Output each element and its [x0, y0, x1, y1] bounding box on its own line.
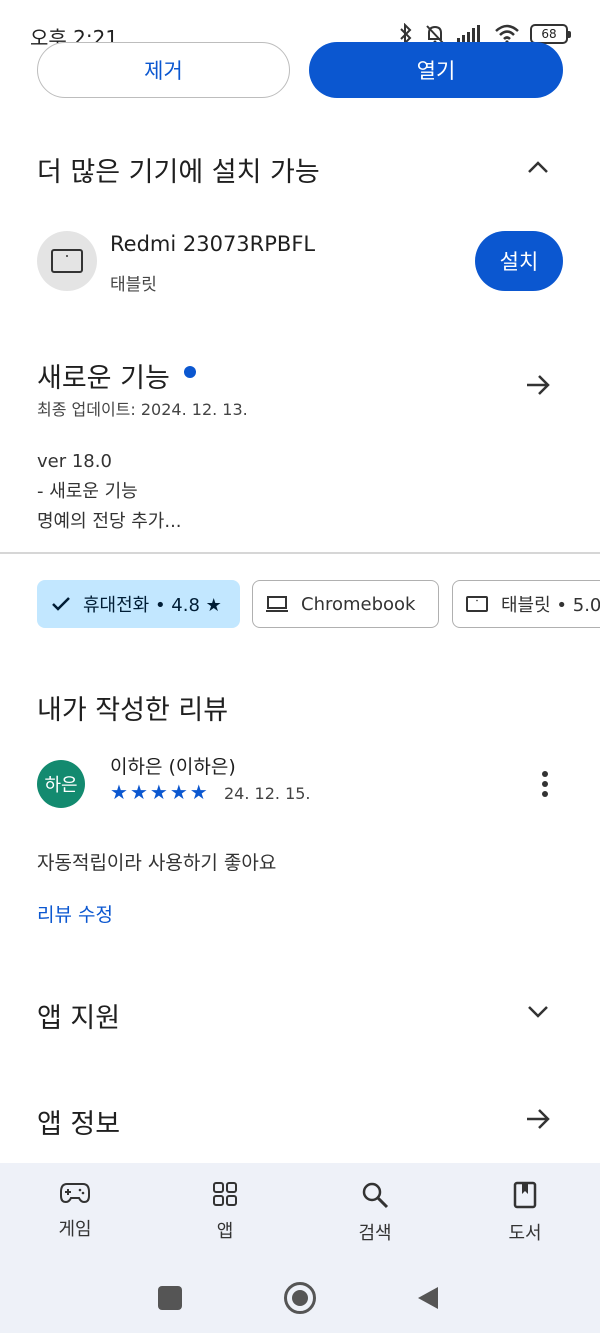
nav-label: 앱 [216, 1221, 234, 1242]
tablet-icon [51, 249, 83, 273]
star-icon: ★ [110, 780, 128, 804]
more-devices-title: 더 많은 기기에 설치 가능 [37, 157, 320, 188]
my-review-title: 내가 작성한 리뷰 [37, 695, 229, 726]
star-icon: ★ [189, 780, 208, 804]
chip-phone[interactable]: 휴대전화 • 4.8 ★ [37, 580, 240, 628]
chevron-up-icon [528, 161, 548, 173]
arrow-right-icon [527, 1109, 550, 1129]
chip-chromebook[interactable]: Chromebook [252, 580, 439, 628]
app-support-expand-button[interactable] [518, 992, 558, 1032]
nav-search[interactable]: 검색 [325, 1181, 425, 1245]
whats-new-arrow-button[interactable] [518, 365, 558, 405]
apps-grid-icon [213, 1182, 237, 1206]
open-button[interactable]: 열기 [309, 42, 563, 98]
install-button[interactable]: 설치 [475, 231, 563, 291]
nav-label: 검색 [358, 1223, 392, 1244]
battery-indicator: 68 [530, 24, 571, 44]
chip-label: 휴대전화 • 4.8 ★ [83, 595, 222, 616]
chip-label: Chromebook [301, 593, 416, 615]
back-button[interactable] [416, 1285, 440, 1311]
home-dot [292, 1290, 308, 1306]
section-divider [0, 552, 600, 554]
release-notes-line: ver 18.0 [37, 451, 112, 472]
more-vert-icon [542, 771, 548, 797]
arrow-right-icon [527, 375, 550, 395]
chevron-down-icon [528, 1006, 548, 1018]
release-notes: ver 18.0 - 새로운 기능 명예의 전당 추가... [37, 447, 182, 537]
device-type: 태블릿 [110, 275, 157, 295]
chip-label: 태블릿 • 5.0 [501, 595, 600, 616]
star-icon: ★ [169, 780, 188, 804]
review-text: 자동적립이라 사용하기 좋아요 [37, 852, 277, 874]
check-icon [52, 597, 70, 611]
tablet-icon [466, 596, 488, 612]
nav-label: 게임 [58, 1219, 92, 1240]
edit-review-link[interactable]: 리뷰 수정 [37, 900, 113, 927]
chip-tablet[interactable]: 태블릿 • 5.0 [452, 580, 600, 628]
device-name: Redmi 23073RPBFL [110, 232, 316, 256]
avatar: 하은 [37, 760, 85, 808]
review-more-button[interactable] [525, 764, 565, 804]
rating-stars: ★ ★ ★ ★ ★ [110, 780, 208, 804]
whats-new-title: 새로운 기능 [37, 363, 170, 394]
app-info-arrow-button[interactable] [518, 1099, 558, 1139]
new-dot-indicator [183, 365, 196, 378]
review-date: 24. 12. 15. [224, 784, 311, 803]
home-button[interactable] [284, 1282, 316, 1314]
whats-new-heading: 새로운 기능 [37, 356, 196, 395]
release-notes-line: - 새로운 기능 [37, 481, 138, 502]
star-icon: ★ [129, 780, 148, 804]
collapse-button[interactable] [518, 147, 558, 187]
device-thumbnail [37, 231, 97, 291]
star-icon: ★ [149, 780, 168, 804]
nav-games[interactable]: 게임 [25, 1181, 125, 1241]
remove-button[interactable]: 제거 [37, 42, 290, 98]
wifi-icon [495, 24, 519, 44]
review-author: 이하은 (이하은) [110, 756, 236, 778]
nav-apps[interactable]: 앱 [175, 1181, 275, 1243]
nav-label: 도서 [508, 1223, 542, 1244]
recents-button[interactable] [158, 1286, 182, 1310]
signal-icon [457, 25, 480, 43]
gamepad-icon [60, 1183, 90, 1204]
bookmark-icon [513, 1181, 537, 1209]
nav-books[interactable]: 도서 [475, 1181, 575, 1245]
release-notes-line: 명예의 전당 추가... [37, 511, 182, 532]
app-support-title[interactable]: 앱 지원 [37, 996, 120, 1035]
laptop-icon [266, 596, 288, 612]
last-updated: 최종 업데이트: 2024. 12. 13. [37, 400, 248, 419]
app-info-title[interactable]: 앱 정보 [37, 1102, 120, 1141]
search-icon [362, 1182, 389, 1209]
bottom-navigation: 게임 앱 검색 도서 [0, 1163, 600, 1333]
